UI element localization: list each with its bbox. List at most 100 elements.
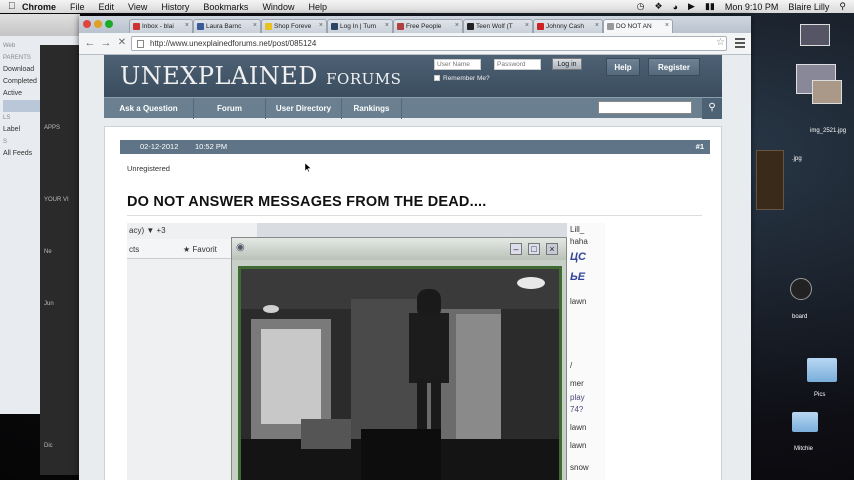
wifi-icon[interactable]: ◕ — [673, 2, 678, 12]
help-button[interactable]: Help — [606, 58, 640, 76]
tab-tumblr[interactable]: Log In | Tum × — [327, 19, 393, 33]
desktop-icon-label[interactable]: .jpg — [792, 156, 802, 162]
desktop-icon-label[interactable]: img_2521.jpg — [810, 128, 846, 134]
embedded-screenshot: acy) ▼ +3 cts ★ Favorit ◉ – □ × Lill_ ha… — [127, 223, 605, 480]
embedded-fav-label: Favorit — [192, 245, 217, 254]
chat-line: lawn — [570, 441, 587, 450]
tab-shop[interactable]: Shop Foreve × — [261, 19, 327, 33]
chat-line: ЬЕ — [570, 271, 586, 283]
forward-arrow-icon[interactable]: → — [99, 37, 113, 49]
tab-close-icon[interactable]: × — [665, 22, 669, 29]
nav-ask-question[interactable]: Ask a Question — [104, 98, 194, 119]
desktop-thumb[interactable] — [800, 24, 830, 46]
close-window-icon[interactable] — [83, 20, 91, 28]
imdb-favicon — [467, 23, 474, 30]
tab-inbox[interactable]: Inbox - blai × — [129, 19, 193, 33]
dashboard-icon[interactable] — [790, 278, 812, 300]
tab-active[interactable]: DO NOT AN × — [603, 19, 673, 33]
dark-item: APPS — [44, 125, 61, 131]
navigation-bar: ← → ✕ http://www.unexplainedforums.net/p… — [79, 33, 751, 55]
tab-close-icon[interactable]: × — [385, 22, 389, 29]
webcam-icon: ◉ — [236, 242, 245, 253]
menu-edit[interactable]: Edit — [99, 2, 115, 12]
user-name[interactable]: Blaire Lilly — [788, 2, 829, 12]
tab-label: Teen Wolf (T — [476, 23, 513, 30]
dark-item: Ne — [44, 249, 52, 255]
remember-checkbox[interactable] — [434, 75, 440, 81]
gmail-favicon — [133, 23, 140, 30]
tab-close-icon[interactable]: × — [525, 22, 529, 29]
post-number[interactable]: #1 — [696, 140, 704, 154]
embedded-chat-pane: Lill_ haha ЦС ЬЕ lawn / mer play 74? law… — [567, 223, 605, 480]
tab-strip: Inbox - blai × Laura Barnc × Shop Foreve × … — [79, 16, 751, 33]
stop-loading-icon[interactable]: ✕ — [115, 37, 129, 48]
username-input[interactable] — [434, 59, 481, 70]
tab-close-icon[interactable]: × — [185, 22, 189, 29]
search-icon[interactable]: ⚲ — [702, 98, 722, 119]
tumblr-favicon — [331, 23, 338, 30]
video-titlebar: ◉ – □ × — [232, 238, 566, 260]
zoom-window-icon[interactable] — [105, 20, 113, 28]
nav-user-directory[interactable]: User Directory — [266, 98, 342, 119]
desktop-icon-label[interactable]: board — [792, 314, 807, 320]
desktop-thumb[interactable] — [812, 80, 842, 104]
site-search-input[interactable] — [598, 101, 692, 114]
folder-icon[interactable] — [792, 412, 818, 432]
menu-window[interactable]: Window — [262, 2, 294, 12]
tab-facebook[interactable]: Laura Barnc × — [193, 19, 261, 33]
bookmark-star-icon[interactable]: ☆ — [716, 37, 725, 48]
menu-view[interactable]: View — [128, 2, 147, 12]
tab-label: Shop Foreve — [274, 23, 312, 30]
menu-file[interactable]: File — [70, 2, 85, 12]
back-arrow-icon[interactable]: ← — [83, 37, 97, 49]
video-still — [241, 269, 559, 480]
address-bar[interactable]: http://www.unexplainedforums.net/post/08… — [131, 36, 727, 51]
folder-icon[interactable] — [807, 358, 837, 382]
close-icon: × — [546, 243, 558, 255]
embedded-tab-favorites: ★ Favorit — [183, 245, 217, 254]
volume-icon[interactable]: ▶ — [688, 1, 695, 12]
remember-me[interactable]: Remember Me? — [434, 75, 490, 82]
tab-label: Log In | Tum — [340, 23, 377, 30]
bluetooth-icon[interactable]: ❖ — [655, 1, 663, 12]
chat-line: snow — [570, 463, 589, 472]
tab-close-icon[interactable]: × — [595, 22, 599, 29]
remember-label: Remember Me? — [443, 75, 490, 82]
embedded-tab-contacts: cts — [129, 245, 140, 254]
tab-close-icon[interactable]: × — [253, 22, 257, 29]
chrome-menu-icon[interactable] — [735, 38, 745, 48]
tab-close-icon[interactable]: × — [319, 22, 323, 29]
apple-icon[interactable]:  — [8, 1, 18, 12]
battery-icon[interactable]: ▮▮ — [705, 1, 715, 12]
maximize-icon: □ — [528, 243, 540, 255]
chat-line: haha — [570, 237, 588, 246]
shop-favicon — [265, 23, 272, 30]
dark-item: YOUR VI — [44, 197, 69, 203]
password-input[interactable] — [494, 59, 541, 70]
nav-rankings[interactable]: Rankings — [342, 98, 402, 119]
menu-history[interactable]: History — [161, 2, 189, 12]
embedded-video-window: ◉ – □ × — [231, 237, 567, 480]
tab-free-people[interactable]: Free People × — [393, 19, 463, 33]
minimize-icon: – — [510, 243, 522, 255]
menu-help[interactable]: Help — [308, 2, 327, 12]
login-button[interactable]: Log in — [552, 58, 582, 70]
nav-forum[interactable]: Forum — [194, 98, 266, 119]
minimize-window-icon[interactable] — [94, 20, 102, 28]
search-icon[interactable]: ⚲ — [839, 1, 846, 12]
tab-johnny-cash[interactable]: Johnny Cash × — [533, 19, 603, 33]
register-button[interactable]: Register — [648, 58, 700, 76]
tab-close-icon[interactable]: × — [455, 22, 459, 29]
desktop-icon-label[interactable]: Mitchie — [794, 446, 813, 452]
menu-bookmarks[interactable]: Bookmarks — [203, 2, 248, 12]
desktop-icon-label[interactable]: Pics — [814, 392, 825, 398]
tab-label: Johnny Cash — [546, 23, 584, 30]
clock[interactable]: Mon 9:10 PM — [725, 2, 779, 12]
tab-teen-wolf[interactable]: Teen Wolf (T × — [463, 19, 533, 33]
free-people-favicon — [397, 23, 404, 30]
page-icon — [137, 40, 144, 48]
post-header: 02-12-2012 10:52 PM #1 — [120, 140, 710, 154]
timemachine-icon[interactable]: ◷ — [637, 1, 645, 12]
site-logo[interactable]: UNEXPLAINED FORUMS — [120, 62, 401, 90]
menu-app-name[interactable]: Chrome — [22, 2, 56, 12]
